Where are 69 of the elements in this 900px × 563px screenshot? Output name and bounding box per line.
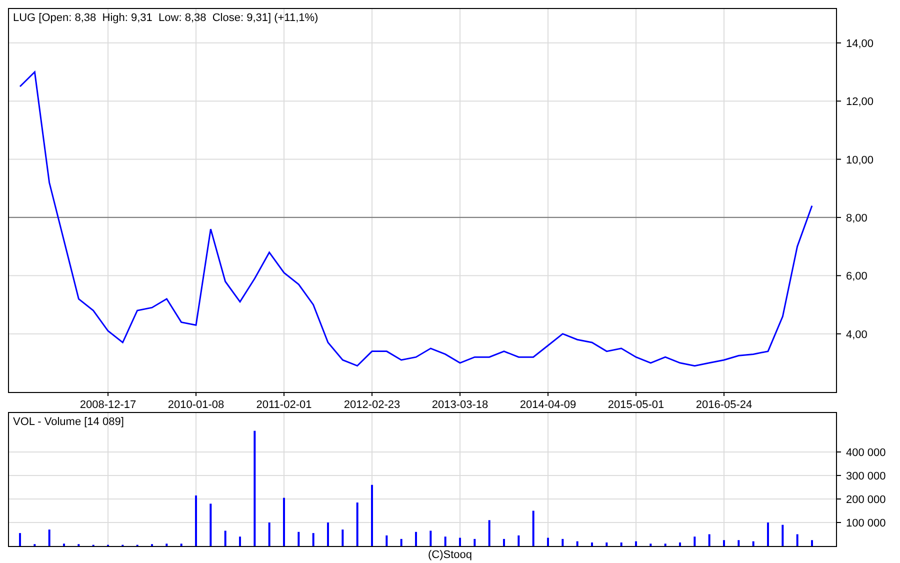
x-tick-label: 2014-04-09 (520, 399, 576, 411)
volume-bar (620, 542, 622, 546)
volume-bar (796, 534, 798, 546)
x-tick-label: 2013-03-18 (432, 399, 488, 411)
volume-bar (166, 544, 168, 546)
volume-bar (312, 533, 314, 546)
y-tick-label: 8,00 (846, 212, 868, 224)
y-tick-label: 200 000 (846, 494, 886, 506)
axis-tick-label: 2015-05-01 (608, 392, 664, 411)
axis-tick-label: 6,00 (836, 270, 868, 283)
axis-tick-label: 14,00 (836, 38, 874, 50)
copyright-text: (C)Stooq (428, 548, 472, 562)
volume-bar (298, 532, 300, 546)
x-tick-label: 2008-12-17 (80, 399, 136, 411)
volume-bar (474, 538, 476, 546)
volume-bar (386, 535, 388, 546)
axis-tick-label: 2013-03-18 (432, 392, 488, 411)
y-tick-label: 300 000 (846, 470, 886, 482)
x-tick-label: 2011-02-01 (256, 399, 312, 411)
volume-bar (562, 538, 564, 546)
y-tick-label: 14,00 (846, 38, 874, 50)
axis-tick-label: 4,00 (836, 328, 868, 341)
volume-bar (400, 538, 402, 546)
axis-tick-label: 2011-02-01 (256, 392, 312, 411)
volume-bar (708, 534, 710, 546)
volume-bar (738, 540, 740, 546)
y-tick-label: 6,00 (846, 270, 868, 283)
axis-tick-label: 10,00 (836, 154, 874, 166)
volume-bar (576, 541, 578, 546)
volume-bar (606, 542, 608, 546)
x-tick-label: 2015-05-01 (608, 399, 664, 411)
x-tick-label: 2010-01-08 (168, 399, 224, 411)
axis-tick-label: 12,00 (836, 96, 874, 108)
volume-bar (694, 536, 696, 546)
volume-bar (532, 510, 534, 546)
chart-title: VOL - Volume [14 089] (13, 416, 124, 428)
volume-bar (180, 544, 182, 546)
volume-bar (650, 544, 652, 546)
axis-tick-label: 2016-05-24 (696, 392, 752, 411)
axis-tick-label: 300 000 (836, 470, 886, 482)
axis-tick-label: 2008-12-17 (80, 392, 136, 411)
volume-bar (782, 524, 784, 546)
volume-bar (224, 530, 226, 546)
axis-tick-label: 400 000 (836, 446, 886, 459)
y-tick-label: 12,00 (846, 96, 874, 108)
axis-tick-label: 100 000 (836, 518, 886, 530)
volume-bar (210, 504, 212, 546)
volume-bar (356, 502, 358, 546)
volume-bar (488, 520, 490, 546)
axis-tick-label: 8,00 (836, 212, 868, 224)
axis-tick-label: 2014-04-09 (520, 392, 576, 411)
y-tick-label: 4,00 (846, 328, 868, 341)
volume-bar (518, 535, 520, 546)
volume-bar (268, 522, 270, 546)
volume-bar (444, 536, 446, 546)
volume-bar (752, 541, 754, 546)
x-tick-label: 2012-02-23 (344, 399, 400, 411)
volume-bar (664, 544, 666, 546)
y-tick-label: 100 000 (846, 517, 886, 530)
y-tick-label: 400 000 (846, 446, 886, 459)
chart-title: LUG [Open: 8,38 High: 9,31 Low: 8,38 Close: 9,31] (+11,1%) (13, 12, 318, 24)
axis-tick-label: 2010-01-08 (168, 392, 224, 411)
axis-tick-label: 200 000 (836, 494, 886, 506)
x-tick-label: 2016-05-24 (696, 399, 752, 411)
volume-bar (430, 530, 432, 546)
volume-bar (48, 530, 50, 546)
axis-tick-label: 2012-02-23 (344, 392, 400, 411)
volume-bar (342, 530, 344, 546)
y-tick-label: 10,00 (846, 154, 874, 166)
